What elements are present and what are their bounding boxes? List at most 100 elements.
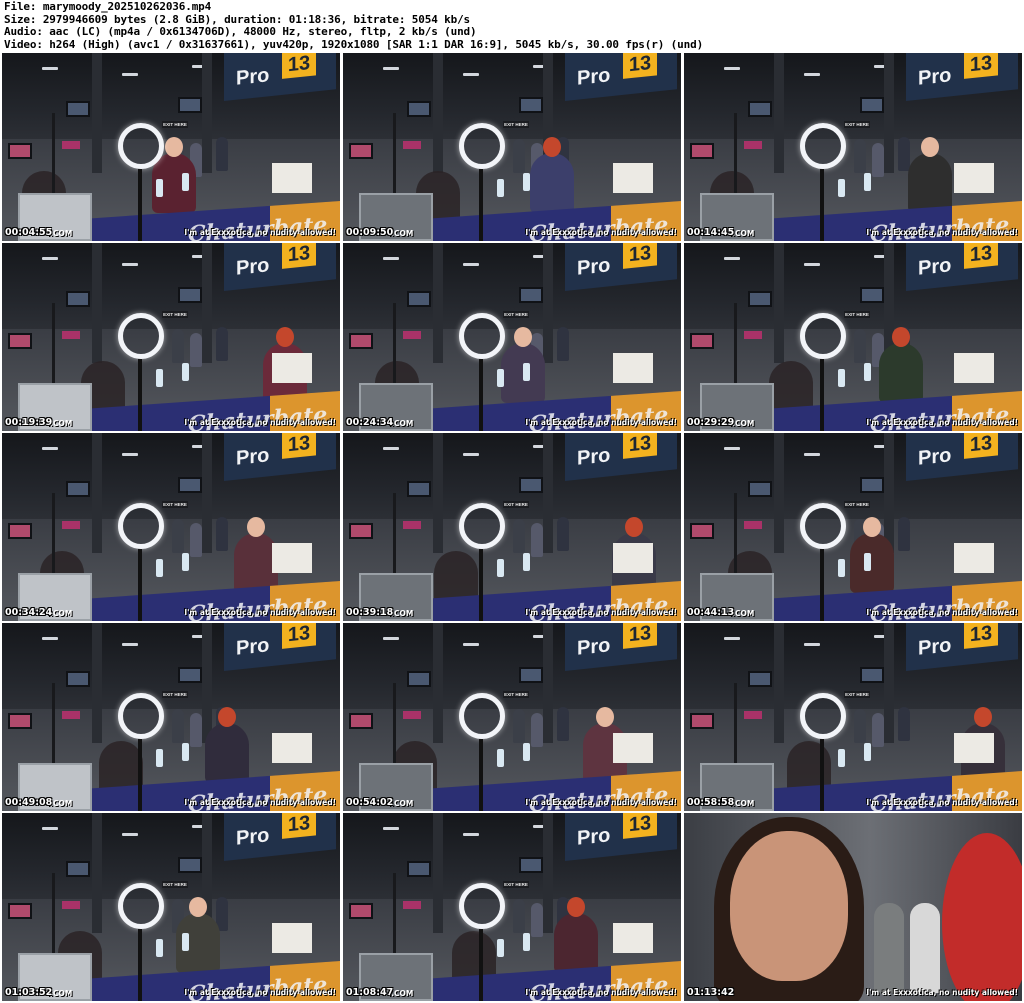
ring-light — [118, 693, 164, 739]
crowd-figure — [898, 517, 910, 551]
monitor — [748, 481, 772, 497]
neon-sign — [744, 331, 762, 339]
pillar — [543, 813, 553, 934]
banner-text: Pro — [236, 254, 270, 280]
banner-number: 13 — [282, 53, 316, 79]
neon-sign — [403, 141, 421, 149]
banner-text: Pro — [577, 254, 611, 280]
pillar — [433, 623, 443, 744]
crowd-figure — [216, 137, 228, 171]
video-thumbnail: Pro 13 EXIT HERE Chaturbate — [343, 623, 681, 811]
ceiling-light — [122, 73, 138, 76]
performer — [879, 343, 923, 403]
ceiling-light — [383, 257, 399, 260]
merch-boxes — [272, 543, 312, 573]
performer-head — [921, 137, 939, 157]
monitor — [66, 291, 90, 307]
exit-sign: EXIT HERE — [844, 311, 870, 318]
video-thumbnail: Pro 13 EXIT HERE Chaturbate — [2, 243, 340, 431]
pillar — [202, 433, 212, 554]
monitor — [748, 671, 772, 687]
ring-light — [800, 693, 846, 739]
water-bottle — [182, 363, 189, 381]
crowd-figure — [190, 523, 202, 557]
monitor — [8, 713, 32, 729]
monitor — [748, 291, 772, 307]
monitor — [8, 333, 32, 349]
video-thumbnail: Pro 13 EXIT HERE Chaturbate — [684, 623, 1022, 811]
monitor — [690, 713, 714, 729]
performer — [908, 153, 952, 213]
banner-number: 13 — [964, 433, 998, 459]
exit-sign: EXIT HERE — [503, 691, 529, 698]
water-bottle — [156, 939, 163, 957]
pillar — [92, 813, 102, 934]
video-info: Video: h264 (High) (avc1 / 0x31637661), … — [4, 37, 704, 51]
caption: I'm at Exxxotica, no nudity allowed! — [525, 228, 677, 237]
video-thumbnail: Pro 13 EXIT HERE Chaturbate — [343, 813, 681, 1001]
water-bottle — [182, 933, 189, 951]
video-thumbnail: Pro 13 EXIT HERE Chaturbate — [343, 243, 681, 431]
ring-light — [800, 123, 846, 169]
monitor — [349, 713, 373, 729]
crowd-figure — [854, 139, 866, 173]
monitor — [748, 101, 772, 117]
timestamp: 00:24:34 — [346, 417, 394, 428]
exit-sign: EXIT HERE — [503, 311, 529, 318]
water-bottle — [838, 179, 845, 197]
exit-sign: EXIT HERE — [162, 121, 188, 128]
video-thumbnail: Pro 13 EXIT HERE Chaturbate — [2, 433, 340, 621]
pillar — [433, 243, 443, 364]
caption: I'm at Exxxotica, no nudity allowed! — [184, 798, 336, 807]
monitor — [178, 477, 202, 493]
banner-text: Pro — [236, 64, 270, 90]
file-name: File: marymoody_202510262036.mp4 — [4, 0, 212, 13]
merch-boxes — [613, 923, 653, 953]
video-thumbnail: Pro 13 EXIT HERE Chaturbate — [684, 53, 1022, 241]
pillar — [774, 53, 784, 174]
ring-light — [459, 313, 505, 359]
timestamp: 00:29:29 — [687, 417, 735, 428]
pillar — [884, 53, 894, 174]
ring-light-stand — [479, 169, 483, 241]
monitor — [519, 667, 543, 683]
video-thumbnail: Pro 13 EXIT HERE Chaturbate — [684, 243, 1022, 431]
file-info-header: File: marymoody_202510262036.mp4 Size: 2… — [0, 0, 1024, 52]
exit-sign: EXIT HERE — [162, 311, 188, 318]
merch-boxes — [954, 733, 994, 763]
water-bottle — [838, 369, 845, 387]
banner-number: 13 — [964, 243, 998, 269]
pillar — [92, 53, 102, 174]
exit-sign: EXIT HERE — [162, 881, 188, 888]
monitor — [519, 857, 543, 873]
ceiling-light — [804, 263, 820, 266]
crowd-figure — [172, 519, 184, 553]
monitor — [860, 97, 884, 113]
neon-sign — [62, 141, 80, 149]
monitor — [519, 97, 543, 113]
water-bottle — [182, 173, 189, 191]
exit-sign: EXIT HERE — [503, 881, 529, 888]
ring-light-stand — [138, 929, 142, 1001]
background-person — [910, 903, 940, 993]
merch-boxes — [613, 353, 653, 383]
video-thumbnail: 01:13:42 I'm at Exxxotica, no nudity allo… — [684, 813, 1022, 1001]
exit-sign: EXIT HERE — [844, 121, 870, 128]
monitor — [407, 481, 431, 497]
timestamp: 00:49:08 — [5, 797, 53, 808]
monitor — [860, 287, 884, 303]
neon-sign — [403, 901, 421, 909]
banner-text: Pro — [236, 634, 270, 660]
timestamp: 01:13:42 — [687, 987, 735, 998]
caption: I'm at Exxxotica, no nudity allowed! — [866, 798, 1018, 807]
crowd-figure — [190, 333, 202, 367]
crowd-figure — [172, 329, 184, 363]
ring-light-stand — [820, 739, 824, 811]
background-person — [874, 903, 904, 993]
neon-sign — [62, 331, 80, 339]
ring-light — [459, 123, 505, 169]
pillar — [543, 623, 553, 744]
merch-boxes — [613, 543, 653, 573]
banner-number: 13 — [623, 433, 657, 459]
ceiling-light — [463, 263, 479, 266]
